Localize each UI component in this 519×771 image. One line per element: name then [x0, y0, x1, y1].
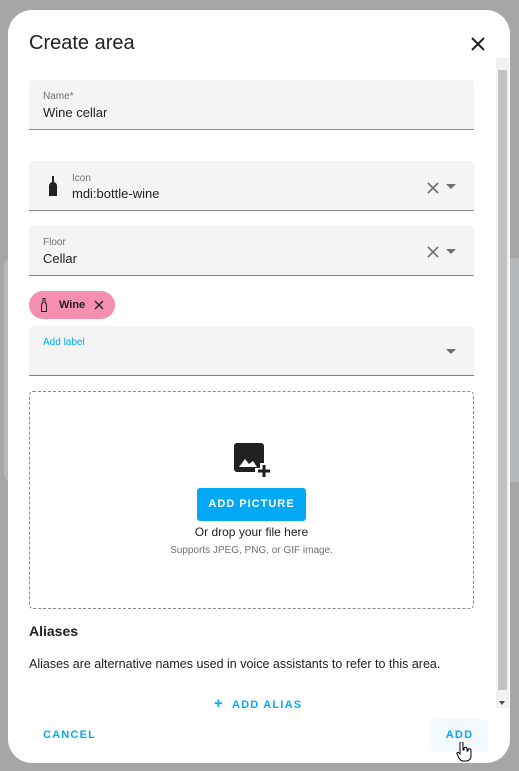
clear-icon[interactable]	[426, 245, 440, 259]
aliases-heading: Aliases	[29, 623, 79, 639]
icon-label: Icon	[72, 173, 91, 184]
create-area-dialog: Create area Name* Wine cellar Icon mdi:b…	[8, 10, 510, 763]
scrollbar-thumb[interactable]	[498, 70, 507, 690]
dropdown-caret-icon[interactable]	[446, 184, 456, 189]
bottle-wine-icon	[41, 298, 47, 312]
label-chip-wine[interactable]: Wine	[29, 291, 115, 319]
icon-field[interactable]: Icon mdi:bottle-wine	[29, 161, 474, 211]
image-plus-icon	[234, 443, 270, 477]
picture-drop-zone[interactable]: ADD PICTURE Or drop your file here Suppo…	[29, 391, 474, 609]
name-label: Name*	[43, 91, 74, 102]
dialog-title: Create area	[29, 32, 135, 54]
hand-cursor-icon	[456, 742, 472, 762]
dropdown-caret-icon[interactable]	[446, 249, 456, 254]
add-label-label: Add label	[43, 337, 85, 348]
scroll-down-arrow-icon[interactable]	[499, 701, 505, 705]
add-alias-button[interactable]: + ADD ALIAS	[214, 695, 302, 712]
scrollbar[interactable]	[496, 58, 509, 708]
dropdown-caret-icon[interactable]	[446, 349, 456, 354]
clear-icon[interactable]	[426, 181, 440, 195]
bottle-wine-icon	[49, 176, 57, 196]
cancel-button[interactable]: CANCEL	[43, 729, 96, 741]
add-picture-button[interactable]: ADD PICTURE	[197, 488, 306, 521]
chip-label: Wine	[59, 299, 86, 311]
remove-chip-icon[interactable]	[94, 300, 104, 310]
name-field[interactable]: Name* Wine cellar	[29, 80, 474, 130]
aliases-description: Aliases are alternative names used in vo…	[29, 657, 441, 671]
floor-label: Floor	[43, 237, 66, 248]
floor-field[interactable]: Floor Cellar	[29, 226, 474, 276]
drop-text: Or drop your file here	[194, 525, 309, 539]
name-value: Wine cellar	[43, 105, 108, 120]
plus-icon: +	[214, 695, 224, 712]
add-label-field[interactable]: Add label	[29, 326, 474, 376]
icon-value: mdi:bottle-wine	[72, 186, 160, 201]
add-alias-label: ADD ALIAS	[231, 699, 303, 711]
close-icon[interactable]	[466, 32, 490, 56]
support-text: Supports JPEG, PNG, or GIF image.	[170, 545, 333, 556]
floor-value: Cellar	[43, 251, 77, 266]
